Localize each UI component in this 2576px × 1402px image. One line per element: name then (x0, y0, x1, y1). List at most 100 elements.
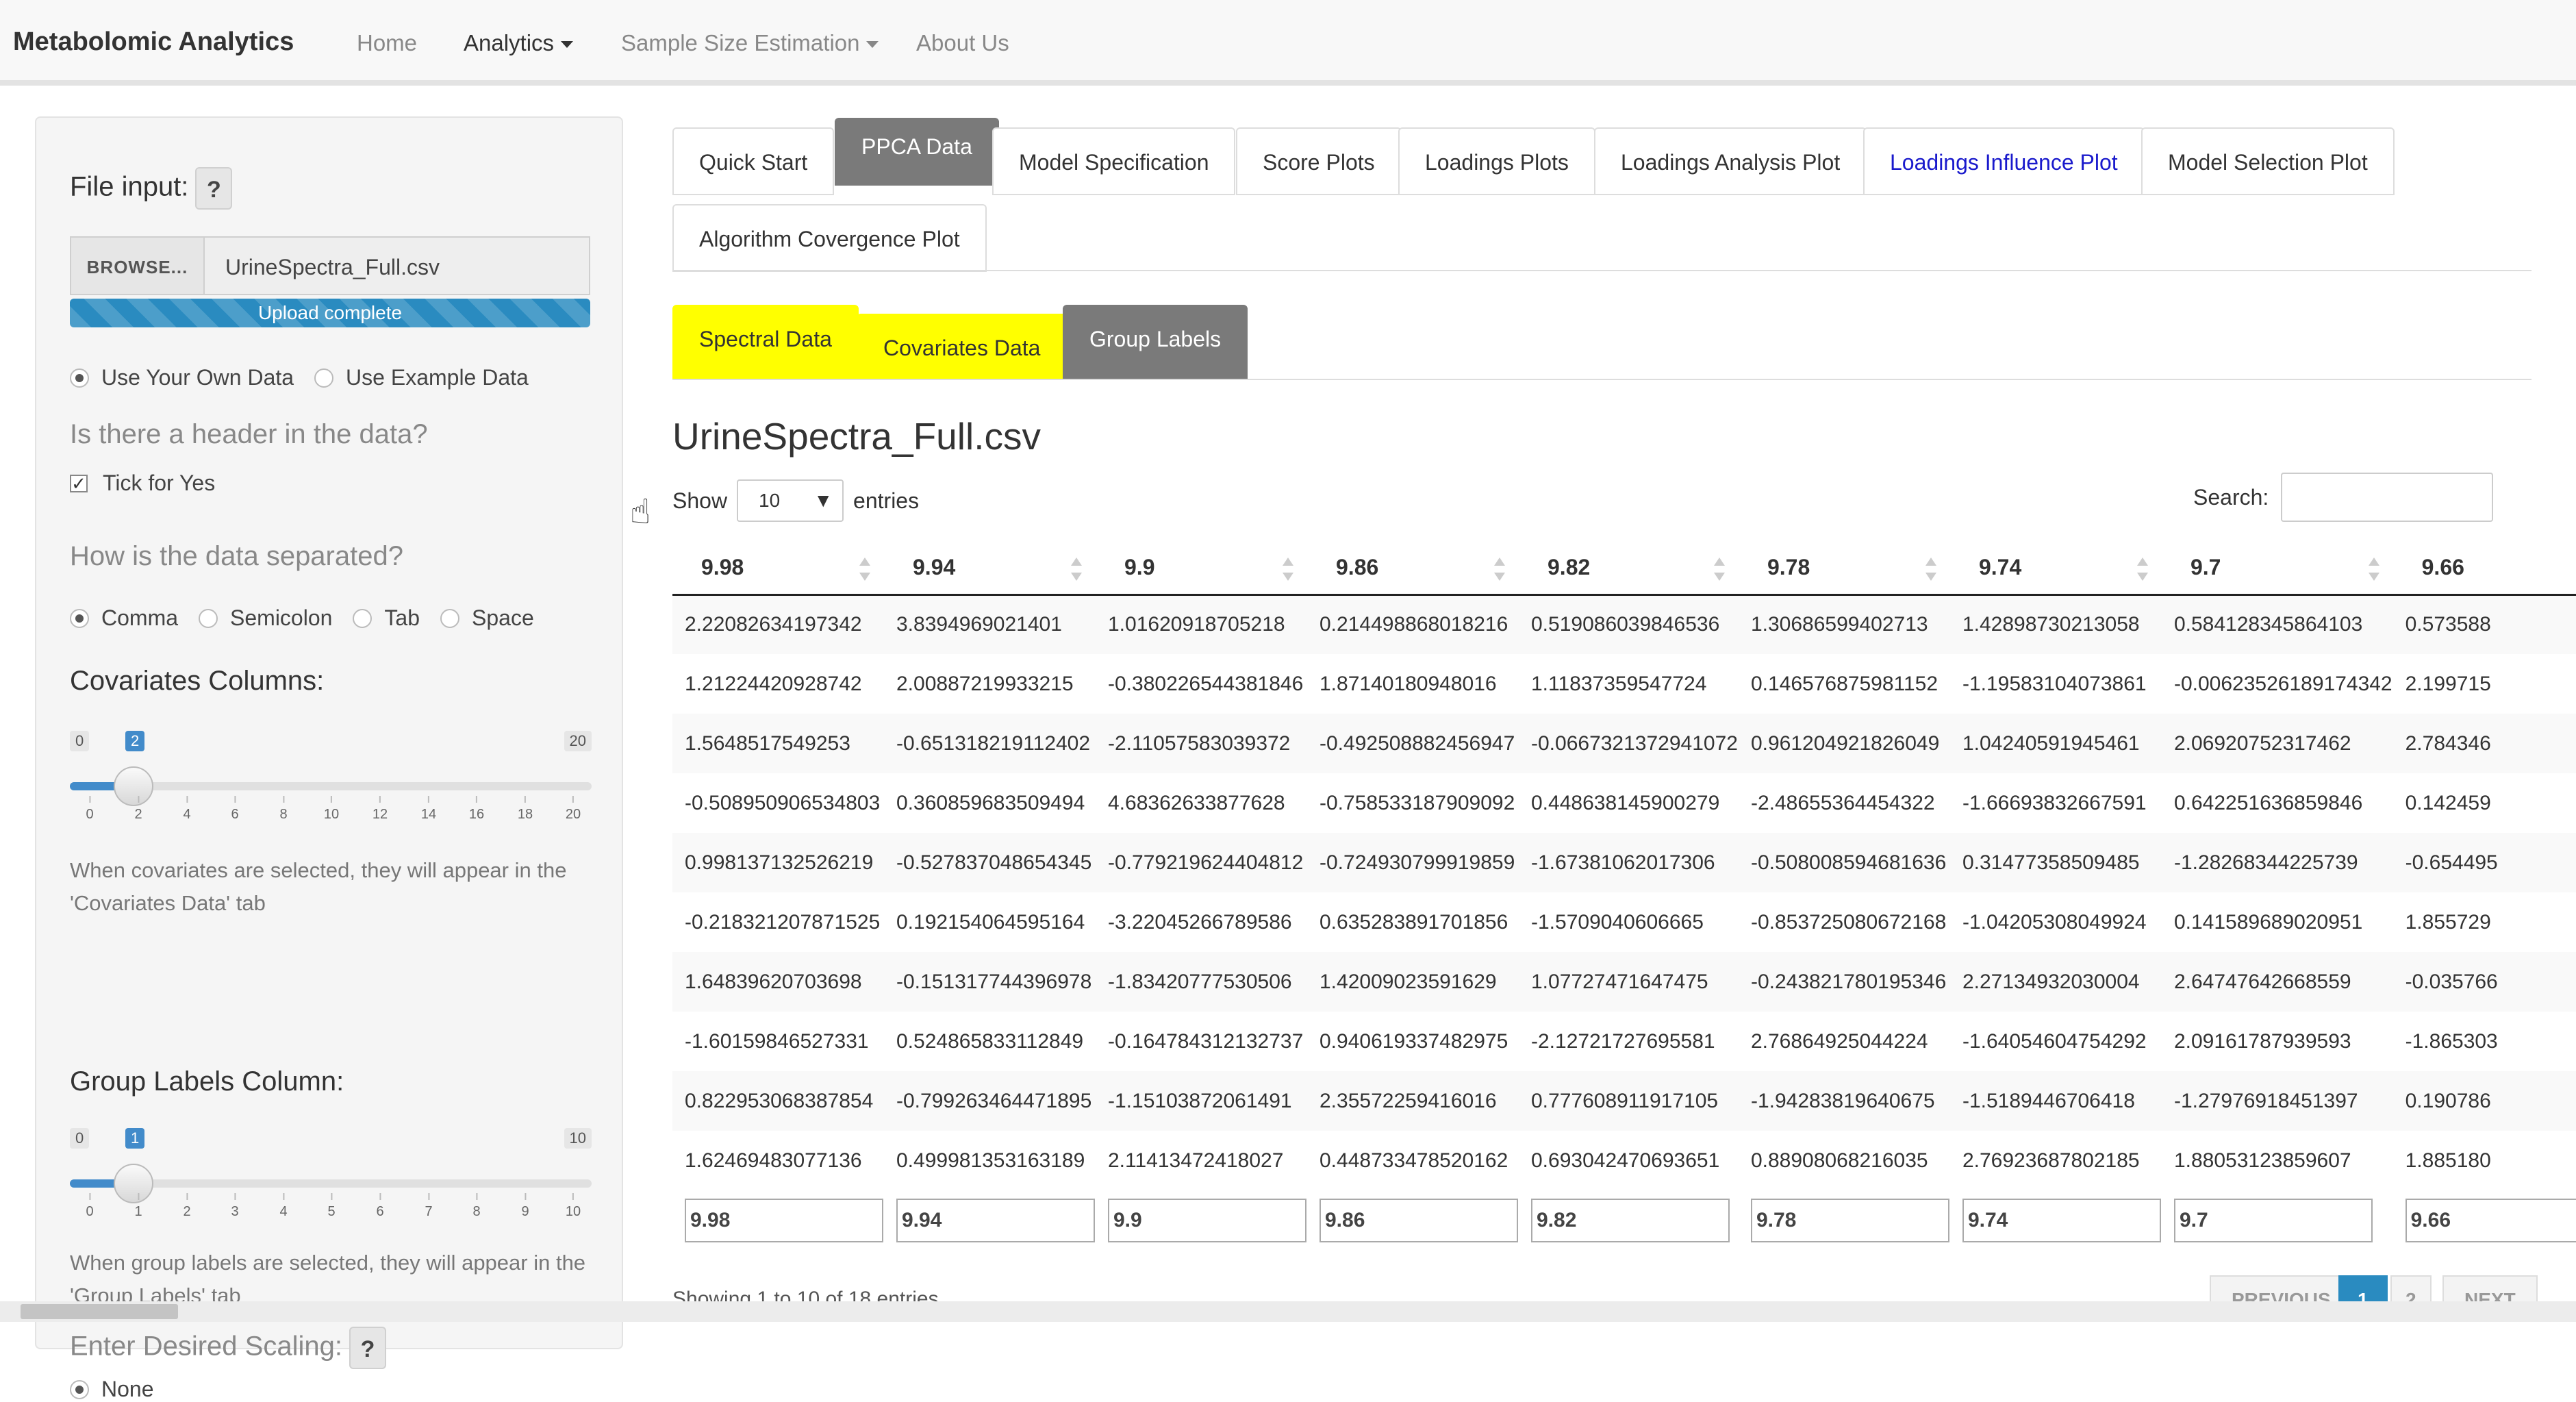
column-filter-input[interactable]: 9.74 (1962, 1198, 2161, 1242)
table-cell: 1.30686599402713 (1738, 594, 1950, 654)
slider-tick: 18 (518, 796, 533, 823)
table-cell: 0.146576875981152 (1750, 672, 1939, 695)
table-cell: -0.035766 (2392, 952, 2576, 1012)
column-filter-input[interactable]: 9.98 (685, 1198, 883, 1242)
slider-tick: 2 (183, 1193, 190, 1220)
radio-space[interactable]: Space (440, 605, 534, 631)
radio-label: Use Your Own Data (101, 365, 294, 390)
radio-label: Tab (384, 605, 420, 630)
column-filter-input[interactable]: 9.82 (1531, 1198, 1730, 1242)
table-cell: 4.68362633877628 (1108, 791, 1285, 814)
radio-icon (70, 608, 89, 628)
column-header[interactable]: 9.82 (1519, 541, 1739, 596)
table-cell: 0.360859683509494 (896, 791, 1085, 814)
radio-tab[interactable]: Tab (353, 605, 420, 631)
table-cell: 0.141589689020951 (2173, 910, 2363, 934)
table-row[interactable]: 1.62469483077136 0.499981353163189 2.11413… (672, 1131, 2576, 1190)
radio-icon (314, 368, 334, 388)
help-button[interactable]: ? (349, 1327, 386, 1369)
entries-select[interactable]: 10 ▼ (737, 479, 844, 522)
slider-ticks: 0 2 4 6 8 10 12 14 16 18 20 (70, 796, 592, 823)
radio-label: Comma (101, 605, 179, 630)
table-cell: 2.35572259416016 (1307, 1071, 1519, 1131)
tab-model-selection-plot[interactable]: Model Selection Plot (2141, 127, 2395, 195)
table-row[interactable]: 2.22082634197342 3.8394969021401 1.0162091… (672, 594, 2576, 654)
brand-title[interactable]: Metabolomic Analytics (13, 27, 294, 57)
nav-home[interactable]: Home (357, 30, 417, 56)
column-header[interactable]: 9.98 (672, 541, 884, 596)
slider-min: 0 (70, 731, 90, 751)
table-row[interactable]: 1.64839620703698 -0.151317744396978 -1.834… (672, 952, 2576, 1012)
table-cell: 0.573588 (2392, 594, 2576, 654)
checkbox-checked-icon[interactable]: ✓ (70, 474, 88, 492)
radio-example-data[interactable]: Use Example Data (314, 365, 529, 390)
tab-covariates-data[interactable]: Covariates Data (857, 314, 1068, 380)
column-filter-input[interactable]: 9.66 (2405, 1198, 2576, 1242)
radio-label: Space (472, 605, 534, 630)
nav-sample-size-label: Sample Size Estimation (621, 30, 860, 55)
slider-tick: 0 (86, 1193, 93, 1220)
navbar: Metabolomic Analytics Home Analytics Sam… (0, 0, 2576, 86)
header-checkbox-row[interactable]: ✓ Tick for Yes (70, 471, 215, 496)
scaling-radio-none[interactable]: None (70, 1377, 154, 1402)
column-header[interactable]: 9.74 (1949, 541, 2162, 596)
radio-comma[interactable]: Comma (70, 605, 178, 631)
column-filter-input[interactable]: 9.94 (896, 1198, 1095, 1242)
column-header-label: 9.78 (1767, 554, 1810, 579)
radio-semicolon[interactable]: Semicolon (199, 605, 332, 631)
table-cell: 0.822953068387854 (672, 1071, 884, 1131)
search-input[interactable] (2281, 473, 2494, 522)
table-row[interactable]: 0.998137132526219 -0.527837048654345 -0.77… (672, 833, 2576, 892)
radio-own-data[interactable]: Use Your Own Data (70, 365, 294, 390)
table-cell: 1.42009023591629 (1307, 952, 1519, 1012)
nav-about[interactable]: About Us (916, 30, 1009, 56)
column-header[interactable]: 9.9 (1096, 541, 1307, 596)
tab-ppca-data[interactable]: PPCA Data (835, 118, 999, 186)
browse-button[interactable]: BROWSE... (70, 236, 205, 295)
file-input[interactable]: BROWSE... UrineSpectra_Full.csv (70, 236, 590, 295)
column-header[interactable]: 9.7 (2161, 541, 2393, 596)
column-header[interactable]: 9.86 (1307, 541, 1519, 596)
help-button[interactable]: ? (195, 167, 233, 210)
column-header[interactable]: 9.78 (1738, 541, 1950, 596)
tab-score-plots[interactable]: Score Plots (1236, 127, 1402, 195)
radio-icon (70, 1379, 89, 1399)
tab-loadings-analysis-plot[interactable]: Loadings Analysis Plot (1594, 127, 1867, 195)
column-filter-input[interactable]: 9.78 (1750, 1198, 1949, 1242)
nav-analytics[interactable]: Analytics (464, 30, 574, 56)
covariates-slider[interactable]: 0 2 20 0 2 4 6 8 10 12 14 16 18 20 (70, 731, 592, 827)
slider-tick: 0 (86, 796, 93, 823)
table-cell: -1.15103872061491 (1096, 1071, 1307, 1131)
tab-model-specification[interactable]: Model Specification (992, 127, 1236, 195)
table-row[interactable]: 1.21224420928742 2.00887219933215 -0.38022… (672, 654, 2576, 714)
table-row[interactable]: -0.218321207871525 0.192154064595164 -3.22… (672, 892, 2576, 952)
table-cell: -1.67381062017306 (1519, 833, 1739, 892)
table-row[interactable]: -0.508950906534803 0.360859683509494 4.683… (672, 773, 2576, 833)
horizontal-scrollbar[interactable] (0, 1301, 2576, 1322)
table-cell: -0.380226544381846 (1108, 672, 1304, 695)
table-row[interactable]: 0.822953068387854 -0.799263464471895 -1.15… (672, 1071, 2576, 1131)
tab-spectral-data[interactable]: Spectral Data (672, 305, 859, 380)
table-cell: 2.22082634197342 (672, 594, 884, 654)
tab-loadings-influence-plot[interactable]: Loadings Influence Plot (1863, 127, 2145, 195)
table-row[interactable]: -1.60159846527331 0.524865833112849 -0.164… (672, 1012, 2576, 1071)
tab-algorithm-convergence-plot[interactable]: Algorithm Covergence Plot (672, 204, 987, 272)
column-header[interactable]: 9.94 (884, 541, 1096, 596)
table-cell: 0.31477358509485 (1949, 833, 2162, 892)
column-filter-input[interactable]: 9.9 (1108, 1198, 1306, 1242)
table-cell: 2.784346 (2392, 714, 2576, 773)
table-cell: 0.584128345864103 (2161, 594, 2393, 654)
table-cell: 2.27134932030004 (1949, 952, 2162, 1012)
tab-group-labels[interactable]: Group Labels (1063, 305, 1248, 380)
tab-loadings-plots[interactable]: Loadings Plots (1398, 127, 1595, 195)
tab-quick-start[interactable]: Quick Start (672, 127, 835, 195)
column-filter-input[interactable]: 9.7 (2173, 1198, 2373, 1242)
nav-sample-size[interactable]: Sample Size Estimation (621, 30, 879, 56)
table-row[interactable]: 1.5648517549253 -0.651318219112402 -2.1105… (672, 714, 2576, 773)
group-labels-slider[interactable]: 0 1 10 0 1 2 3 4 5 6 7 8 9 10 (70, 1128, 592, 1224)
table-cell: 1.87140180948016 (1319, 672, 1497, 695)
column-header[interactable]: 9.66 (2392, 541, 2576, 596)
scrollbar-thumb[interactable] (21, 1304, 178, 1319)
column-filter-input[interactable]: 9.86 (1319, 1198, 1518, 1242)
entries-select-value: 10 (759, 490, 781, 511)
